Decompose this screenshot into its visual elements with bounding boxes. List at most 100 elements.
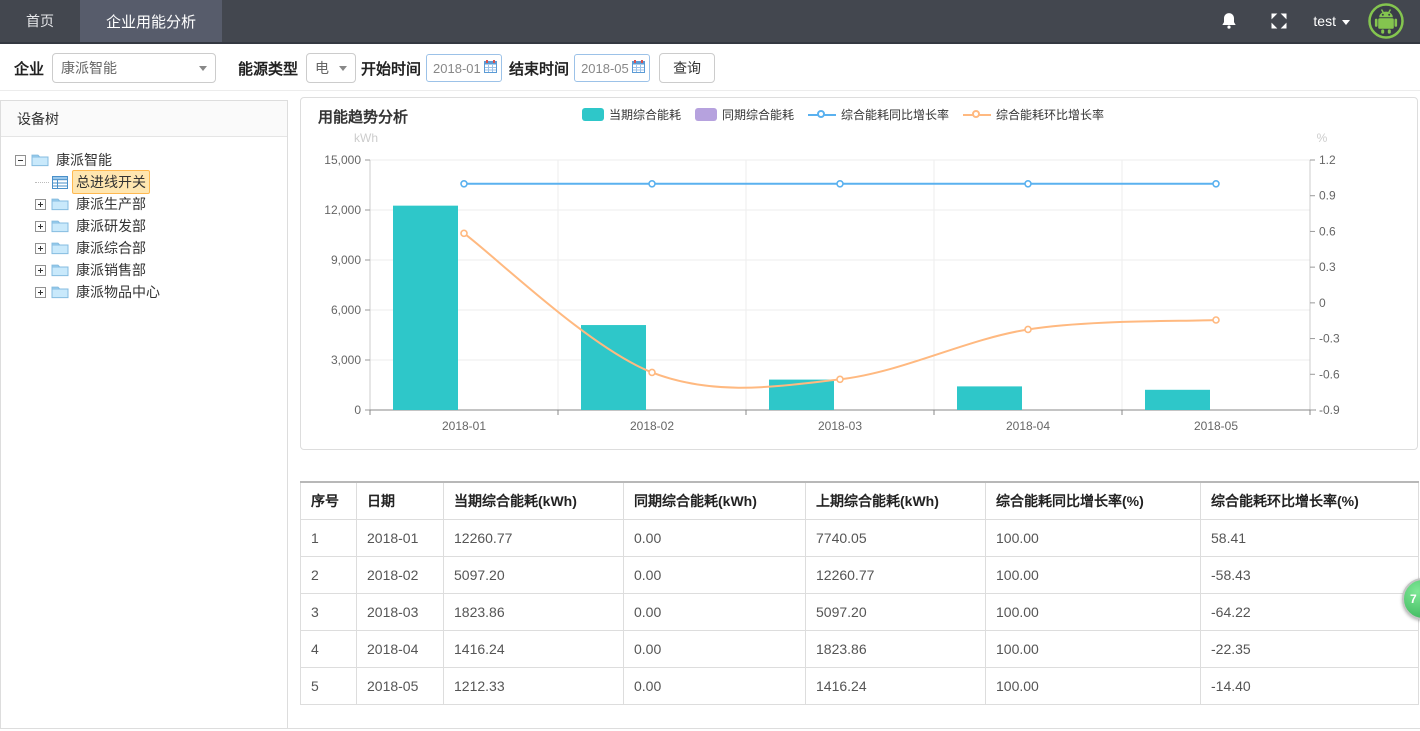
table-cell: -22.35	[1201, 630, 1419, 667]
table-cell: 2018-02	[357, 556, 444, 593]
table-cell: 2018-05	[357, 667, 444, 704]
table-cell: 0.00	[624, 667, 806, 704]
query-button[interactable]: 查询	[659, 53, 715, 83]
svg-text:0: 0	[1319, 296, 1326, 310]
table-header-cell: 综合能耗同比增长率(%)	[986, 482, 1201, 519]
energy-data-table: 序号日期当期综合能耗(kWh)同期综合能耗(kWh)上期综合能耗(kWh)综合能…	[300, 481, 1419, 705]
tree-node-1[interactable]: 总进线开关	[35, 171, 287, 193]
tree-expand-icon[interactable]	[35, 221, 46, 232]
table-cell: 1416.24	[806, 667, 986, 704]
svg-text:-0.9: -0.9	[1319, 403, 1340, 417]
user-name: test	[1313, 13, 1336, 29]
table-header-cell: 同期综合能耗(kWh)	[624, 482, 806, 519]
svg-text:1.2: 1.2	[1319, 153, 1336, 167]
user-menu[interactable]: test	[1313, 13, 1350, 29]
svg-text:0.9: 0.9	[1319, 189, 1336, 203]
table-cell: 58.41	[1201, 519, 1419, 556]
start-time-label: 开始时间	[361, 58, 421, 79]
table-cell: 3	[301, 593, 357, 630]
enterprise-label: 企业	[14, 58, 44, 79]
table-cell: 100.00	[986, 667, 1201, 704]
calendar-icon[interactable]	[484, 60, 497, 76]
table-row: 12018-0112260.770.007740.05100.0058.41	[301, 519, 1419, 556]
table-row: 22018-025097.200.0012260.77100.00-58.43	[301, 556, 1419, 593]
tree-node-label[interactable]: 康派智能	[53, 149, 115, 171]
end-date-value: 2018-05	[581, 61, 629, 76]
tree-node-2[interactable]: 康派生产部	[35, 193, 287, 215]
start-date-input[interactable]: 2018-01	[426, 54, 502, 82]
folder-icon	[51, 263, 69, 277]
svg-text:%: %	[1317, 131, 1328, 145]
nav-tab-home[interactable]: 首页	[0, 0, 80, 42]
tree-node-label[interactable]: 康派研发部	[73, 215, 149, 237]
table-cell: 100.00	[986, 630, 1201, 667]
svg-text:0.3: 0.3	[1319, 260, 1336, 274]
tree-expand-icon[interactable]	[35, 199, 46, 210]
svg-text:2018-01: 2018-01	[442, 419, 486, 433]
user-avatar-android-icon[interactable]	[1368, 3, 1404, 39]
svg-text:-0.6: -0.6	[1319, 367, 1340, 381]
chevron-down-icon	[1342, 20, 1350, 25]
table-cell: -64.22	[1201, 593, 1419, 630]
meter-icon	[52, 176, 68, 189]
folder-icon	[51, 219, 69, 233]
folder-icon	[31, 153, 49, 167]
tree-collapse-icon[interactable]	[15, 155, 26, 166]
tree-node-3[interactable]: 康派研发部	[35, 215, 287, 237]
svg-text:6,000: 6,000	[331, 303, 361, 317]
table-cell: 12260.77	[444, 519, 624, 556]
table-cell: -14.40	[1201, 667, 1419, 704]
tree-expand-icon[interactable]	[35, 243, 46, 254]
table-cell: 2018-04	[357, 630, 444, 667]
navbar-right: test	[1219, 0, 1420, 42]
table-cell: 1212.33	[444, 667, 624, 704]
energy-type-select[interactable]: 电	[306, 53, 356, 83]
energy-trend-panel: 用能趋势分析 当期综合能耗同期综合能耗综合能耗同比增长率综合能耗环比增长率 03…	[300, 97, 1418, 450]
enterprise-select[interactable]: 康派智能	[52, 53, 216, 83]
table-cell: 2	[301, 556, 357, 593]
table-cell: 0.00	[624, 519, 806, 556]
table-header-cell: 日期	[357, 482, 444, 519]
start-date-value: 2018-01	[433, 61, 481, 76]
table-header-cell: 综合能耗环比增长率(%)	[1201, 482, 1419, 519]
tree-node-label[interactable]: 康派物品中心	[73, 281, 163, 303]
energy-type-selected-value: 电	[315, 58, 329, 78]
table-cell: 1823.86	[806, 630, 986, 667]
table-header-row: 序号日期当期综合能耗(kWh)同期综合能耗(kWh)上期综合能耗(kWh)综合能…	[301, 482, 1419, 519]
tree-expand-icon[interactable]	[35, 265, 46, 276]
svg-text:0: 0	[354, 403, 361, 417]
energy-type-label: 能源类型	[238, 58, 298, 79]
tree-expand-icon[interactable]	[35, 287, 46, 298]
tree-node-label[interactable]: 康派生产部	[73, 193, 149, 215]
svg-text:2018-02: 2018-02	[630, 419, 674, 433]
table-row: 52018-051212.330.001416.24100.00-14.40	[301, 667, 1419, 704]
calendar-icon[interactable]	[632, 60, 645, 76]
folder-icon	[51, 197, 69, 211]
tree-node-6[interactable]: 康派物品中心	[35, 281, 287, 303]
folder-icon	[51, 285, 69, 299]
svg-text:3,000: 3,000	[331, 353, 361, 367]
table-cell: 100.00	[986, 556, 1201, 593]
table-cell: 2018-01	[357, 519, 444, 556]
table-cell: 5097.20	[806, 593, 986, 630]
tree-node-4[interactable]: 康派综合部	[35, 237, 287, 259]
tree-node-label[interactable]: 康派综合部	[73, 237, 149, 259]
tree-node-root[interactable]: 康派智能	[15, 149, 287, 171]
svg-text:0.6: 0.6	[1319, 224, 1336, 238]
notification-bell-icon[interactable]	[1219, 11, 1239, 31]
table-cell: 0.00	[624, 593, 806, 630]
online-service-badge-text: 7	[1410, 592, 1417, 606]
table-cell: 0.00	[624, 556, 806, 593]
svg-text:2018-05: 2018-05	[1194, 419, 1238, 433]
table-row: 32018-031823.860.005097.20100.00-64.22	[301, 593, 1419, 630]
end-date-input[interactable]: 2018-05	[574, 54, 650, 82]
svg-text:9,000: 9,000	[331, 253, 361, 267]
tree-node-label[interactable]: 总进线开关	[72, 170, 150, 194]
table-cell: 4	[301, 630, 357, 667]
tree-node-label[interactable]: 康派销售部	[73, 259, 149, 281]
svg-text:12,000: 12,000	[324, 203, 361, 217]
tree-node-5[interactable]: 康派销售部	[35, 259, 287, 281]
device-tree-title: 设备树	[1, 101, 287, 137]
nav-tab-enterprise-energy-analysis[interactable]: 企业用能分析	[80, 0, 222, 42]
fullscreen-icon[interactable]	[1269, 11, 1289, 31]
